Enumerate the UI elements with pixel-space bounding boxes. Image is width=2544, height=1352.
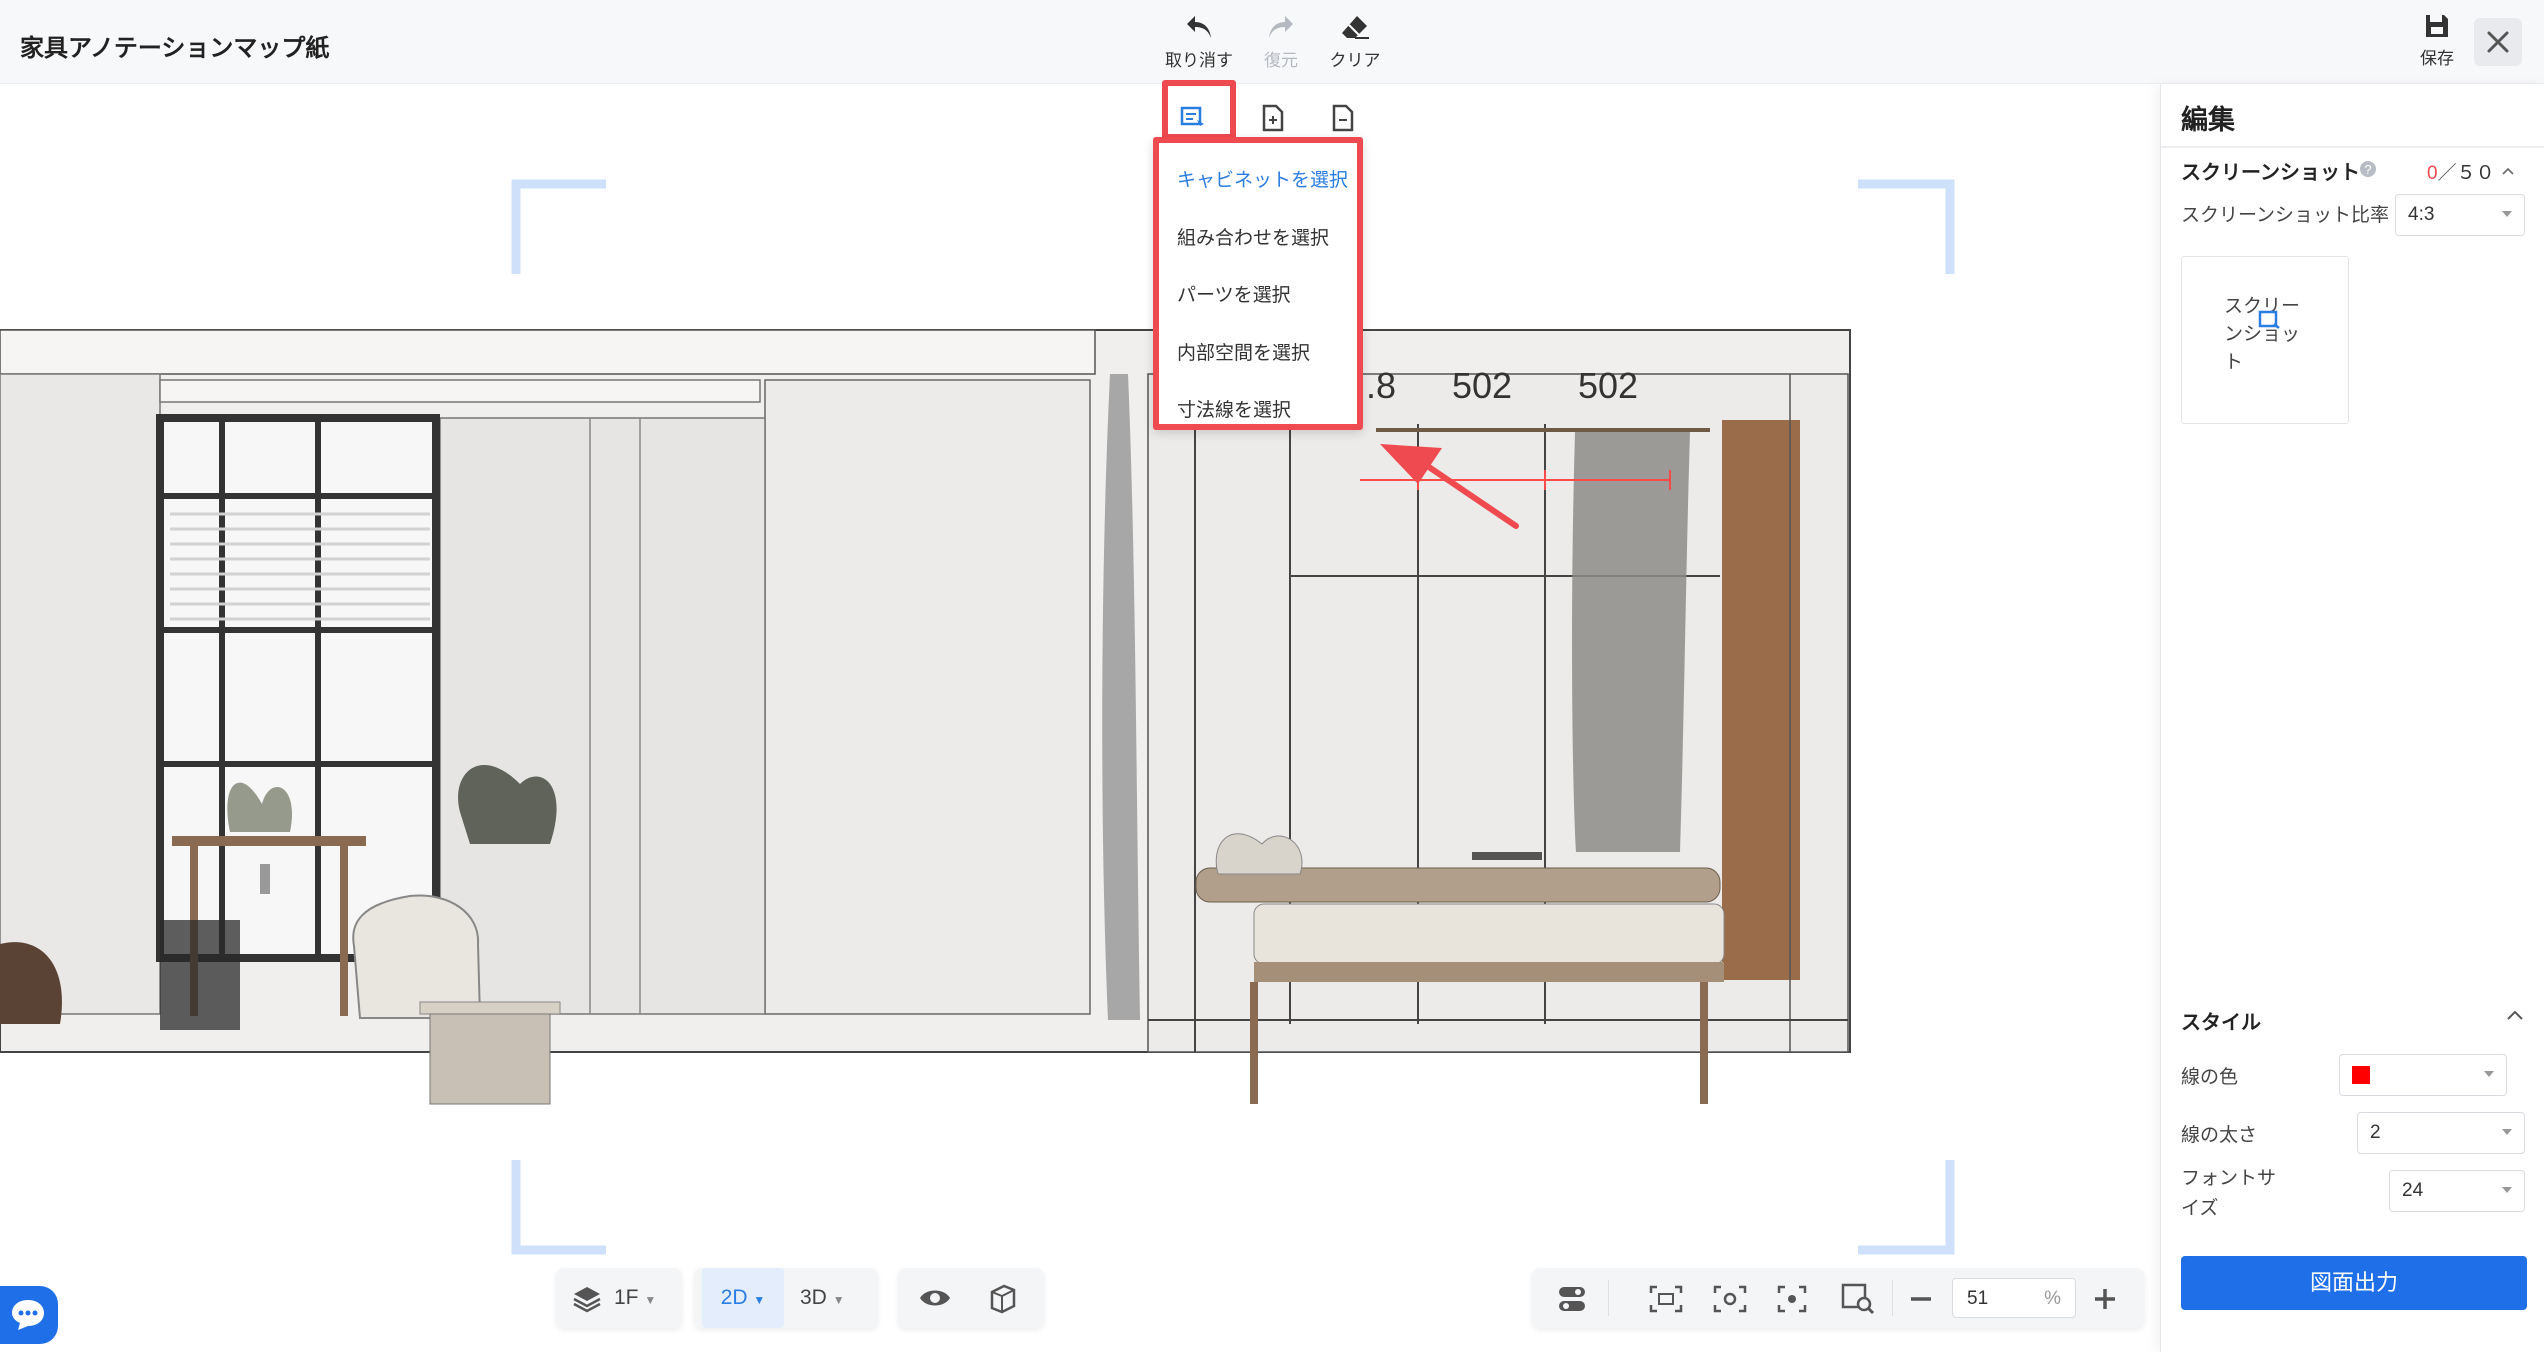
view-2d-label: 2D xyxy=(720,1286,748,1309)
svg-text:?: ? xyxy=(2364,162,2371,177)
chevron-up-icon[interactable] xyxy=(2505,1008,2525,1022)
undo-icon xyxy=(1187,16,1211,38)
app-title: 家具アノテーションマップ紙 xyxy=(20,35,330,62)
view-3d-label: 3D xyxy=(800,1286,827,1309)
close-button[interactable] xyxy=(2474,18,2522,66)
top-bar: 家具アノテーションマップ紙 取り消す 復元 クリア 保存 xyxy=(0,0,2544,84)
screenshot-card-label: スクリーンショット xyxy=(2224,296,2301,373)
screenshot-ratio-select[interactable]: 4:3 xyxy=(2395,194,2525,236)
panel-title: 編集 xyxy=(2181,105,2235,135)
edit-panel: 編集 スクリーンショット ? 0／５０ スクリーンショット比率 4:3 スクリー… xyxy=(2160,84,2544,1352)
line-width-select[interactable]: 2 xyxy=(2357,1112,2525,1154)
redo-label: 復元 xyxy=(1264,51,1298,70)
zoom-out-icon[interactable] xyxy=(1908,1286,1934,1312)
help-icon[interactable]: ? xyxy=(2359,160,2377,178)
menu-item-select-interior[interactable]: 内部空間を選択 xyxy=(1177,338,1310,365)
view-settings-icon[interactable] xyxy=(1712,1284,1748,1314)
clear-label: クリア xyxy=(1329,51,1381,70)
font-size-select[interactable]: 24 xyxy=(2389,1170,2525,1212)
line-color-swatch xyxy=(2352,1066,2370,1084)
chevron-down-icon: ▼ xyxy=(644,1293,657,1307)
chevron-down-icon xyxy=(2502,211,2512,217)
floor-label: 1F xyxy=(614,1286,639,1309)
cube-icon[interactable] xyxy=(986,1282,1018,1314)
view-2d-button[interactable]: 2D ▼ xyxy=(702,1268,784,1328)
screenshot-ratio-label: スクリーンショット比率 xyxy=(2181,205,2390,226)
undo-label: 取り消す xyxy=(1165,51,1233,70)
toolbar-divider xyxy=(1608,1280,1609,1316)
layers-icon xyxy=(573,1287,601,1313)
curtain xyxy=(1572,432,1690,852)
view-mode-group: 2D ▼ 3D ▼ xyxy=(694,1268,878,1328)
toggle-settings-icon[interactable] xyxy=(1556,1284,1588,1314)
chevron-down-icon: ▼ xyxy=(832,1293,845,1307)
line-color-label: 線の色 xyxy=(2181,1067,2239,1088)
zoom-fit-icon[interactable] xyxy=(1840,1282,1876,1316)
screenshot-count-total: ５０ xyxy=(2456,163,2495,184)
chevron-up-icon[interactable] xyxy=(2501,166,2515,176)
eraser-icon xyxy=(1342,16,1369,39)
chevron-down-icon xyxy=(2484,1071,2494,1077)
toolbar-divider xyxy=(1892,1280,1893,1316)
zoom-value: 51 xyxy=(1967,1288,1989,1309)
focus-center-icon[interactable] xyxy=(1776,1284,1808,1314)
dimension-label: .8 xyxy=(1366,365,1396,406)
eye-icon[interactable] xyxy=(918,1284,952,1312)
font-size-label: フォントサイズ xyxy=(2181,1168,2277,1219)
style-section-label: スタイル xyxy=(2181,1012,2261,1034)
view-tools-group: 51 % xyxy=(1532,1268,2144,1328)
undo-button[interactable]: 取り消す xyxy=(1154,12,1244,71)
panel-divider xyxy=(2161,146,2544,148)
font-size-value: 24 xyxy=(2402,1180,2424,1201)
screenshot-section-label: スクリーンショット xyxy=(2181,162,2360,184)
floor-selector-group: 1F ▼ xyxy=(556,1268,682,1328)
screenshot-count-current: 0 xyxy=(2427,163,2438,184)
chevron-down-icon xyxy=(2502,1129,2512,1135)
screenshot-count: 0／５０ xyxy=(2427,158,2495,185)
zoom-unit: % xyxy=(2044,1288,2061,1309)
drawing-canvas[interactable]: .8 502 502 xyxy=(0,84,2160,1352)
save-button[interactable]: 保存 xyxy=(2392,12,2482,69)
chat-support-button[interactable] xyxy=(0,1286,58,1344)
menu-item-select-parts[interactable]: パーツを選択 xyxy=(1177,280,1291,307)
dimension-label: 502 xyxy=(1578,365,1638,406)
floor-select[interactable]: 1F ▼ xyxy=(614,1268,656,1328)
save-label: 保存 xyxy=(2420,49,2454,68)
line-width-label: 線の太さ xyxy=(2181,1125,2258,1146)
chevron-down-icon: ▼ xyxy=(753,1293,766,1307)
redo-icon xyxy=(1269,16,1293,38)
fit-selection-icon[interactable] xyxy=(1648,1284,1684,1314)
selection-dropdown: キャビネットを選択 組み合わせを選択 パーツを選択 内部空間を選択 寸法線を選択 xyxy=(1153,137,1363,430)
screenshot-card[interactable]: スクリーンショット xyxy=(2181,256,2349,424)
menu-item-select-cabinet[interactable]: キャビネットを選択 xyxy=(1177,165,1348,192)
display-options-group xyxy=(898,1268,1044,1328)
zoom-in-icon[interactable] xyxy=(2092,1286,2118,1312)
chat-icon xyxy=(12,1300,44,1330)
count-separator: ／ xyxy=(2437,163,2457,184)
elevation-drawing: .8 502 502 xyxy=(0,179,1955,1255)
menu-item-select-group[interactable]: 組み合わせを選択 xyxy=(1177,223,1329,250)
chevron-down-icon xyxy=(2502,1187,2512,1193)
line-width-value: 2 xyxy=(2370,1122,2381,1143)
line-color-select[interactable] xyxy=(2339,1054,2507,1096)
close-icon xyxy=(2487,31,2509,53)
screenshot-capture-icon xyxy=(2258,310,2280,329)
clear-button[interactable]: クリア xyxy=(1310,12,1400,71)
view-3d-button[interactable]: 3D ▼ xyxy=(800,1268,845,1328)
menu-item-select-dimension[interactable]: 寸法線を選択 xyxy=(1177,395,1291,422)
save-icon xyxy=(2426,15,2448,37)
zoom-input[interactable]: 51 % xyxy=(1952,1278,2076,1318)
dimension-label: 502 xyxy=(1452,365,1512,406)
screenshot-ratio-value: 4:3 xyxy=(2408,204,2435,225)
export-drawing-button[interactable]: 図面出力 xyxy=(2181,1256,2527,1310)
wood-panel xyxy=(1722,420,1800,980)
